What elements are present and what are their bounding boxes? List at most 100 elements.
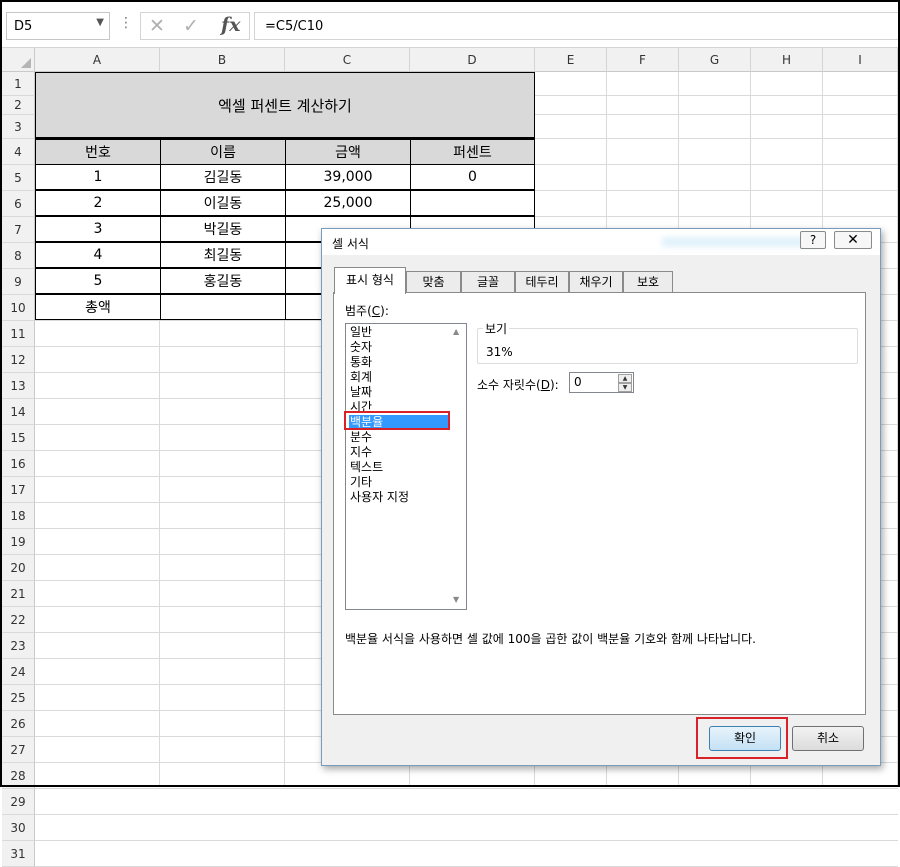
decimal-places-value: 0 — [574, 375, 582, 389]
row-header[interactable]: 7 — [2, 217, 35, 243]
tab-fill[interactable]: 채우기 — [569, 271, 623, 293]
row-header[interactable]: 4 — [2, 139, 35, 165]
row-header[interactable]: 14 — [2, 399, 35, 425]
row-header[interactable]: 3 — [2, 115, 35, 139]
decimal-places-stepper[interactable]: 0 ▲ ▼ — [569, 372, 634, 393]
spin-up-icon[interactable]: ▲ — [618, 374, 632, 383]
cell-number[interactable]: 5 — [35, 268, 161, 294]
chevron-down-icon[interactable]: ▼ — [96, 17, 104, 28]
tab-protection[interactable]: 보호 — [623, 271, 673, 293]
cell-total-label[interactable]: 총액 — [35, 294, 161, 320]
header-cell-amount[interactable]: 금액 — [285, 139, 411, 165]
close-button[interactable]: ✕ — [834, 231, 872, 249]
name-box[interactable]: D5 ▼ — [6, 12, 110, 40]
dialog-title: 셀 서식 — [332, 237, 369, 251]
row-header[interactable]: 5 — [2, 165, 35, 191]
sheet-title[interactable]: 엑셀 퍼센트 계산하기 — [35, 72, 535, 139]
header-cell-name[interactable]: 이름 — [160, 139, 286, 165]
column-header-g[interactable]: G — [679, 48, 751, 72]
cell-number[interactable]: 1 — [35, 164, 161, 190]
cell-amount[interactable]: 39,000 — [285, 164, 411, 190]
row-header[interactable]: 27 — [2, 737, 35, 763]
list-item[interactable]: 날짜 — [349, 385, 448, 400]
cell-name[interactable]: 김길동 — [160, 164, 286, 190]
header-cell-number[interactable]: 번호 — [35, 139, 161, 165]
tab-border[interactable]: 테두리 — [515, 271, 569, 293]
column-header-d[interactable]: D — [410, 48, 535, 72]
spin-down-icon[interactable]: ▼ — [618, 383, 632, 392]
row-header[interactable]: 26 — [2, 711, 35, 737]
scroll-up-icon[interactable]: ▲ — [453, 327, 459, 336]
row-header[interactable]: 2 — [2, 96, 35, 115]
row-header[interactable]: 22 — [2, 607, 35, 633]
row-header[interactable]: 23 — [2, 633, 35, 659]
more-options-icon[interactable]: ⋮ — [119, 15, 133, 31]
list-item[interactable]: 일반 — [349, 325, 448, 340]
check-icon[interactable]: ✓ — [183, 15, 199, 37]
row-header[interactable]: 24 — [2, 659, 35, 685]
dialog-titlebar[interactable]: 셀 서식 ? ✕ — [322, 229, 880, 255]
list-item[interactable]: 텍스트 — [349, 460, 448, 475]
list-item[interactable]: 분수 — [349, 430, 448, 445]
row-header[interactable]: 25 — [2, 685, 35, 711]
column-header-h[interactable]: H — [751, 48, 823, 72]
row-header[interactable]: 30 — [2, 815, 35, 841]
cell-number[interactable]: 4 — [35, 242, 161, 268]
list-item[interactable]: 회계 — [349, 370, 448, 385]
column-header-c[interactable]: C — [285, 48, 410, 72]
row-header[interactable]: 11 — [2, 321, 35, 347]
row-header[interactable]: 1 — [2, 72, 35, 96]
tab-number-format[interactable]: 표시 형식 — [334, 267, 406, 294]
cell-percent[interactable]: 0 — [410, 164, 535, 190]
column-header-i[interactable]: I — [823, 48, 898, 72]
gridline — [35, 840, 898, 841]
row-header[interactable]: 12 — [2, 347, 35, 373]
row-header[interactable]: 10 — [2, 295, 35, 321]
help-button[interactable]: ? — [800, 231, 826, 249]
tab-alignment[interactable]: 맞춤 — [406, 271, 461, 293]
cell-total-name[interactable] — [160, 294, 286, 320]
row-header[interactable]: 28 — [2, 763, 35, 789]
row-header[interactable]: 17 — [2, 477, 35, 503]
list-item[interactable]: 통화 — [349, 355, 448, 370]
row-header[interactable]: 19 — [2, 529, 35, 555]
ok-highlight — [696, 717, 788, 759]
cell-amount[interactable]: 25,000 — [285, 190, 411, 216]
category-list[interactable]: 일반 숫자 통화 회계 날짜 시간 백분율 분수 지수 텍스트 기타 사용자 지… — [345, 323, 467, 610]
cancel-icon[interactable]: ✕ — [149, 15, 165, 37]
tab-font[interactable]: 글꼴 — [461, 271, 515, 293]
cell-name[interactable]: 최길동 — [160, 242, 286, 268]
row-header[interactable]: 8 — [2, 243, 35, 269]
cell-name[interactable]: 이길동 — [160, 190, 286, 216]
list-item[interactable]: 기타 — [349, 475, 448, 490]
formula-input[interactable]: =C5/C10 — [254, 12, 899, 40]
select-all-button[interactable] — [2, 48, 35, 72]
cell-number[interactable]: 3 — [35, 216, 161, 242]
header-cell-percent[interactable]: 퍼센트 — [410, 139, 535, 165]
row-header[interactable]: 18 — [2, 503, 35, 529]
function-icon[interactable]: fx — [221, 14, 241, 36]
column-header-f[interactable]: F — [607, 48, 679, 72]
list-item[interactable]: 숫자 — [349, 340, 448, 355]
list-item[interactable]: 사용자 지정 — [349, 490, 448, 505]
row-header[interactable]: 29 — [2, 789, 35, 815]
row-header[interactable]: 16 — [2, 451, 35, 477]
row-header[interactable]: 20 — [2, 555, 35, 581]
row-header[interactable]: 21 — [2, 581, 35, 607]
cell-name[interactable]: 홍길동 — [160, 268, 286, 294]
row-header[interactable]: 15 — [2, 425, 35, 451]
column-header-e[interactable]: E — [535, 48, 607, 72]
column-header-b[interactable]: B — [160, 48, 285, 72]
cancel-button[interactable]: 취소 — [792, 726, 864, 751]
category-scrollbar[interactable]: ▲ ▼ — [450, 324, 466, 609]
cell-number[interactable]: 2 — [35, 190, 161, 216]
row-header[interactable]: 9 — [2, 269, 35, 295]
row-header[interactable]: 31 — [2, 841, 35, 867]
scroll-down-icon[interactable]: ▼ — [453, 595, 459, 604]
cell-name[interactable]: 박길동 — [160, 216, 286, 242]
cell-percent[interactable] — [410, 190, 535, 216]
list-item[interactable]: 지수 — [349, 445, 448, 460]
column-header-a[interactable]: A — [35, 48, 160, 72]
row-header[interactable]: 13 — [2, 373, 35, 399]
row-header[interactable]: 6 — [2, 191, 35, 217]
